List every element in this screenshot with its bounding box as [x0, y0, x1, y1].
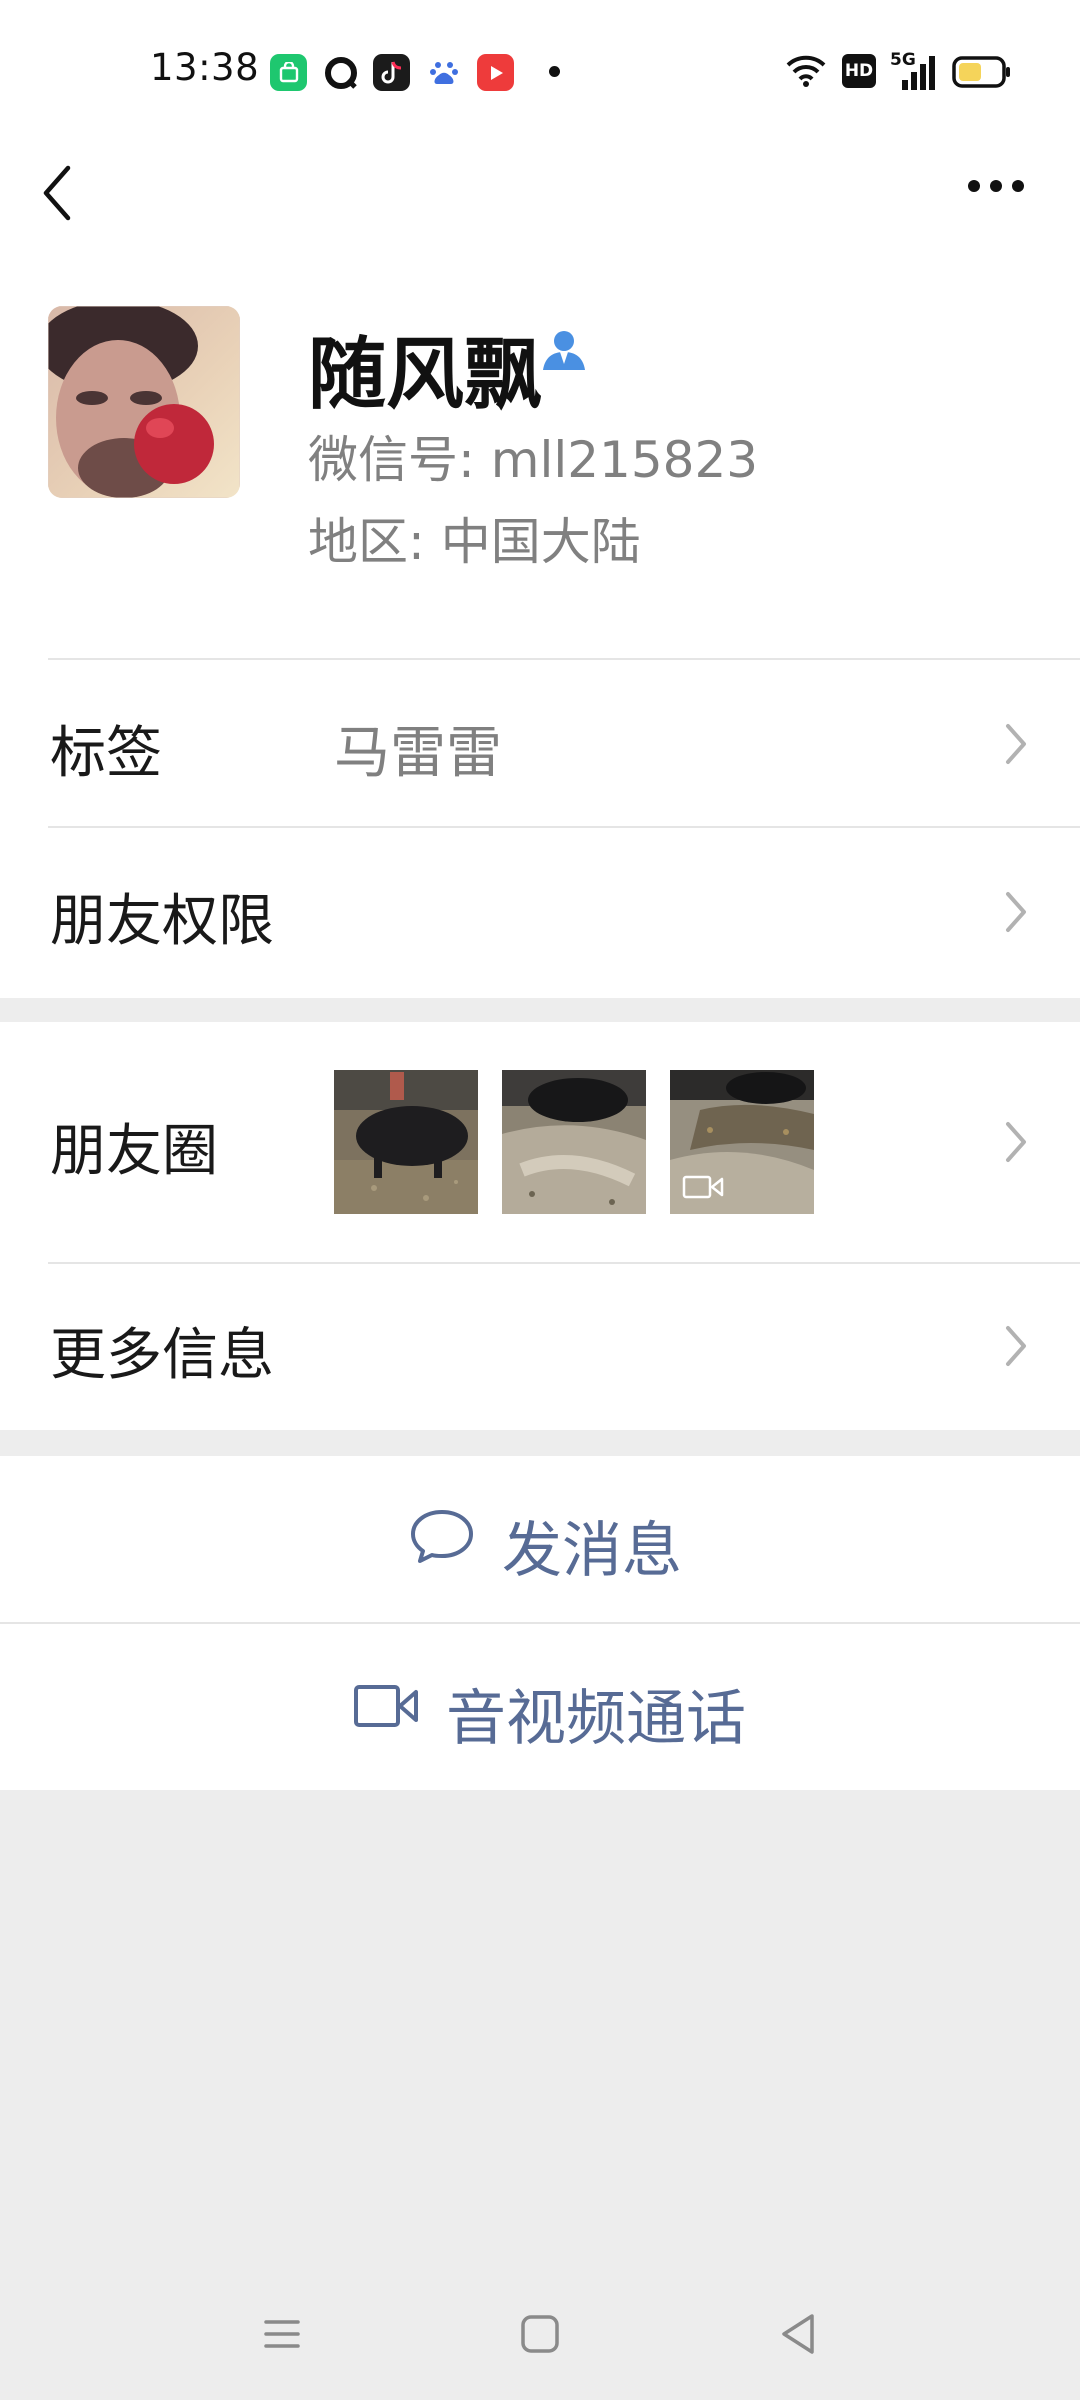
contact-nickname: 随风飘 — [308, 330, 543, 420]
back-nav-icon[interactable] — [778, 2312, 818, 2356]
friend-permissions-label: 朋友权限 — [50, 889, 274, 954]
chevron-right-icon — [1006, 1326, 1026, 1366]
tag-value: 马雷雷 — [334, 721, 502, 786]
chat-bubble-icon — [411, 1510, 473, 1563]
moments-thumbnail[interactable] — [502, 1070, 646, 1214]
chevron-left-icon[interactable] — [38, 162, 78, 224]
contact-person-icon — [543, 331, 585, 370]
tag-label: 标签 — [50, 721, 162, 786]
shopping-app-icon — [270, 54, 307, 91]
battery-icon — [952, 56, 1010, 88]
menu-nav-icon[interactable] — [262, 2314, 302, 2354]
chevron-right-icon — [1006, 724, 1026, 764]
region: 地区: 中国大陆 — [308, 513, 641, 571]
chevron-right-icon — [1006, 1122, 1026, 1162]
avatar[interactable] — [48, 306, 240, 498]
more-info-label: 更多信息 — [50, 1323, 274, 1388]
more-dots-icon[interactable] — [966, 178, 1026, 194]
moments-label: 朋友圈 — [50, 1119, 218, 1184]
hd-voice-icon: HD — [842, 54, 876, 88]
notification-dot-icon — [549, 66, 560, 77]
tiktok-icon — [373, 54, 410, 91]
tag-row[interactable] — [0, 660, 1080, 826]
video-app-icon — [477, 54, 514, 91]
video-camera-icon — [682, 1175, 724, 1199]
baidu-icon — [425, 54, 462, 91]
video-call-icon — [354, 1685, 418, 1727]
voice-video-call-label: 音视频通话 — [446, 1684, 746, 1754]
chevron-right-icon — [1006, 892, 1026, 932]
cell-signal-icon — [902, 56, 935, 90]
send-message-label: 发消息 — [502, 1516, 682, 1586]
home-nav-icon[interactable] — [520, 2314, 560, 2354]
status-bar: 13:38 HD 5G — [0, 0, 1080, 140]
top-nav-bar — [0, 140, 1080, 274]
wifi-icon — [786, 55, 826, 87]
moments-thumbnail[interactable] — [334, 1070, 478, 1214]
qq-browser-icon — [322, 54, 359, 91]
wechat-id: 微信号: mll215823 — [308, 431, 759, 489]
status-time: 13:38 — [150, 46, 260, 89]
